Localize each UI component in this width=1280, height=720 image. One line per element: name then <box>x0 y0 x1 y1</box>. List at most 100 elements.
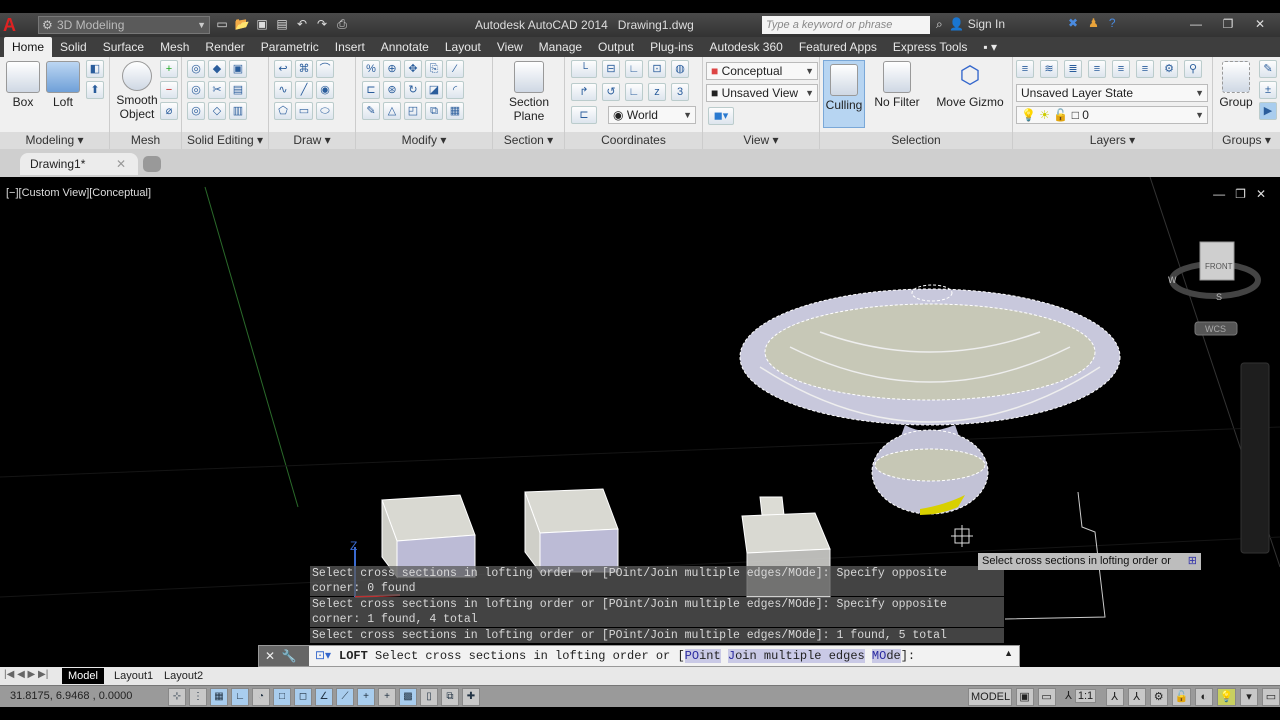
layer-walk-icon[interactable]: ≡ <box>1088 60 1106 78</box>
move-icon[interactable]: ✥ <box>404 60 422 78</box>
polar-icon[interactable]: ◔ <box>252 688 270 706</box>
history-toggle-icon[interactable]: ▲ <box>1004 648 1013 658</box>
redo-icon[interactable]: ↷ <box>314 16 330 32</box>
tab-manage[interactable]: Manage <box>531 37 590 57</box>
smooth-less-icon[interactable]: − <box>160 81 178 99</box>
rectangle-icon[interactable]: ▭ <box>295 102 313 120</box>
copy-icon[interactable]: ⎘ <box>425 60 443 78</box>
ucs-dropdown[interactable]: ◉ World ▼ <box>608 106 696 124</box>
ucs-face-icon[interactable]: ⊏ <box>571 106 597 124</box>
search-input[interactable]: Type a keyword or phrase <box>762 16 930 34</box>
tab-annotate[interactable]: Annotate <box>373 37 437 57</box>
polygon-icon[interactable]: ⬠ <box>274 102 292 120</box>
lineweight-icon[interactable]: + <box>378 688 396 706</box>
circle-icon[interactable]: ◉ <box>316 81 334 99</box>
open-icon[interactable]: 📂 <box>234 16 250 32</box>
communication-icon[interactable]: ♟ <box>1088 16 1099 30</box>
ellipse-icon[interactable]: ⬭ <box>316 102 334 120</box>
no-filter-button[interactable]: No Filter <box>872 61 922 109</box>
auto-scale-icon[interactable]: ⅄ <box>1127 688 1146 706</box>
exchange-icon[interactable]: ✖ <box>1068 16 1078 30</box>
imprint-icon[interactable]: ◇ <box>208 102 226 120</box>
help-icon[interactable]: ? <box>1109 16 1116 30</box>
status-menu-icon[interactable]: ▾ <box>1239 688 1258 706</box>
ucs-world-icon[interactable]: ∟ <box>625 83 643 101</box>
line-icon[interactable]: ╱ <box>295 81 313 99</box>
panel-label-coordinates[interactable]: Coordinates <box>565 132 702 149</box>
ucs-3point-icon[interactable]: 3 <box>671 83 689 101</box>
tab-mesh[interactable]: Mesh <box>152 37 197 57</box>
tab-view[interactable]: View <box>489 37 531 57</box>
3d-align-icon[interactable]: △ <box>383 102 401 120</box>
tab-autodesk-360[interactable]: Autodesk 360 <box>701 37 790 57</box>
layer-off-icon[interactable]: ⚙ <box>1160 60 1178 78</box>
trim-icon[interactable]: ⁄ <box>446 60 464 78</box>
panel-label-view[interactable]: View ▾ <box>703 132 819 149</box>
panel-label-mesh[interactable]: Mesh <box>110 132 181 149</box>
ucs-x-icon[interactable]: ↱ <box>571 83 597 101</box>
ribbon-options-icon[interactable]: ▪ ▾ <box>975 37 1005 57</box>
coordinates-readout[interactable]: 31.8175, 6.9468 , 0.0000 <box>10 690 132 702</box>
panel-label-layers[interactable]: Layers ▾ <box>1013 132 1212 149</box>
group-button[interactable]: Group <box>1216 61 1256 109</box>
separate-icon[interactable]: ▤ <box>229 81 247 99</box>
layer-match-icon[interactable]: ≋ <box>1040 60 1058 78</box>
clean-screen-icon[interactable]: ▭ <box>1261 688 1280 706</box>
option-join[interactable]: Join multiple edges <box>727 649 865 663</box>
layout-tab-layout2[interactable]: Layout2 <box>158 668 209 684</box>
polyline-icon[interactable]: ↩ <box>274 60 292 78</box>
minimize-icon[interactable]: — <box>1180 15 1212 33</box>
ucs-axis-icon[interactable]: ∟ <box>625 60 643 78</box>
viewport-close-icon[interactable]: ✕ <box>1256 187 1266 201</box>
subtract-icon[interactable]: ◎ <box>187 81 205 99</box>
rotate-icon[interactable]: ↻ <box>404 81 422 99</box>
ucs-view-icon[interactable]: ⊡ <box>648 60 666 78</box>
layer-state-dropdown[interactable]: Unsaved Layer State ▼ <box>1016 84 1208 102</box>
intersect-icon[interactable]: ◎ <box>187 102 205 120</box>
3d-rotate-icon[interactable]: ⊕ <box>383 60 401 78</box>
section-plane-button[interactable]: Section Plane <box>503 61 555 123</box>
ucs-object-icon[interactable]: ◍ <box>671 60 689 78</box>
annotation-scale[interactable]: ⅄ 1:1 ▾ <box>1060 688 1102 718</box>
fillet-icon[interactable]: ◜ <box>446 81 464 99</box>
command-line[interactable]: ✕ 🔧 ⊡▾ LOFT Select cross sections in lof… <box>258 645 1020 667</box>
osnap-icon[interactable]: □ <box>273 688 291 706</box>
panel-label-draw[interactable]: Draw ▾ <box>269 132 355 149</box>
erase-icon[interactable]: ✎ <box>362 102 380 120</box>
tab-plug-ins[interactable]: Plug-ins <box>642 37 701 57</box>
polysolid-icon[interactable]: ◧ <box>86 60 104 78</box>
save-as-icon[interactable]: ▤ <box>274 16 290 32</box>
sign-in-button[interactable]: ⌕ 👤 Sign In <box>936 17 1005 32</box>
panel-label-solid-editing[interactable]: Solid Editing ▾ <box>182 132 268 149</box>
viewcube[interactable]: FRONT W S WCS <box>1168 241 1261 336</box>
option-mode[interactable]: MOde <box>871 649 901 663</box>
option-point[interactable]: POint <box>684 649 721 663</box>
quick-view-drawings-icon[interactable]: ▭ <box>1037 688 1056 706</box>
refine-mesh-icon[interactable]: ⌀ <box>160 102 178 120</box>
selection-cycling-icon[interactable]: ⧉ <box>441 688 459 706</box>
viewport-restore-icon[interactable]: ❐ <box>1235 187 1246 201</box>
3d-osnap-icon[interactable]: ◻ <box>294 688 312 706</box>
dyn-icon[interactable]: + <box>357 688 375 706</box>
tab-solid[interactable]: Solid <box>52 37 95 57</box>
panel-label-modeling[interactable]: Modeling ▾ <box>0 132 109 149</box>
quick-view-layouts-icon[interactable]: ▣ <box>1015 688 1034 706</box>
3d-scale-icon[interactable]: ◰ <box>404 102 422 120</box>
tab-featured-apps[interactable]: Featured Apps <box>791 37 885 57</box>
ucs-icon[interactable]: └ <box>571 60 597 78</box>
union-icon[interactable]: ◎ <box>187 60 205 78</box>
save-icon[interactable]: ▣ <box>254 16 270 32</box>
tab-insert[interactable]: Insert <box>327 37 373 57</box>
extrude-icon[interactable]: ⬆ <box>86 81 104 99</box>
group-selection-icon[interactable]: ▶ <box>1259 102 1277 120</box>
transparency-icon[interactable]: ▩ <box>399 688 417 706</box>
offset-icon[interactable]: ⊏ <box>362 81 380 99</box>
ducs-icon[interactable]: ⟋ <box>336 688 354 706</box>
doc-tab-drawing1[interactable]: Drawing1* ✕ <box>20 153 138 175</box>
close-tab-icon[interactable]: ✕ <box>116 153 126 175</box>
viewport-config-icon[interactable]: ◼▾ <box>708 107 734 125</box>
layer-on-icon[interactable]: ⚲ <box>1184 60 1202 78</box>
layer-unisolate-icon[interactable]: ≡ <box>1136 60 1154 78</box>
autocad-logo-icon[interactable]: A <box>3 16 21 34</box>
slice-icon[interactable]: ✂ <box>208 81 226 99</box>
